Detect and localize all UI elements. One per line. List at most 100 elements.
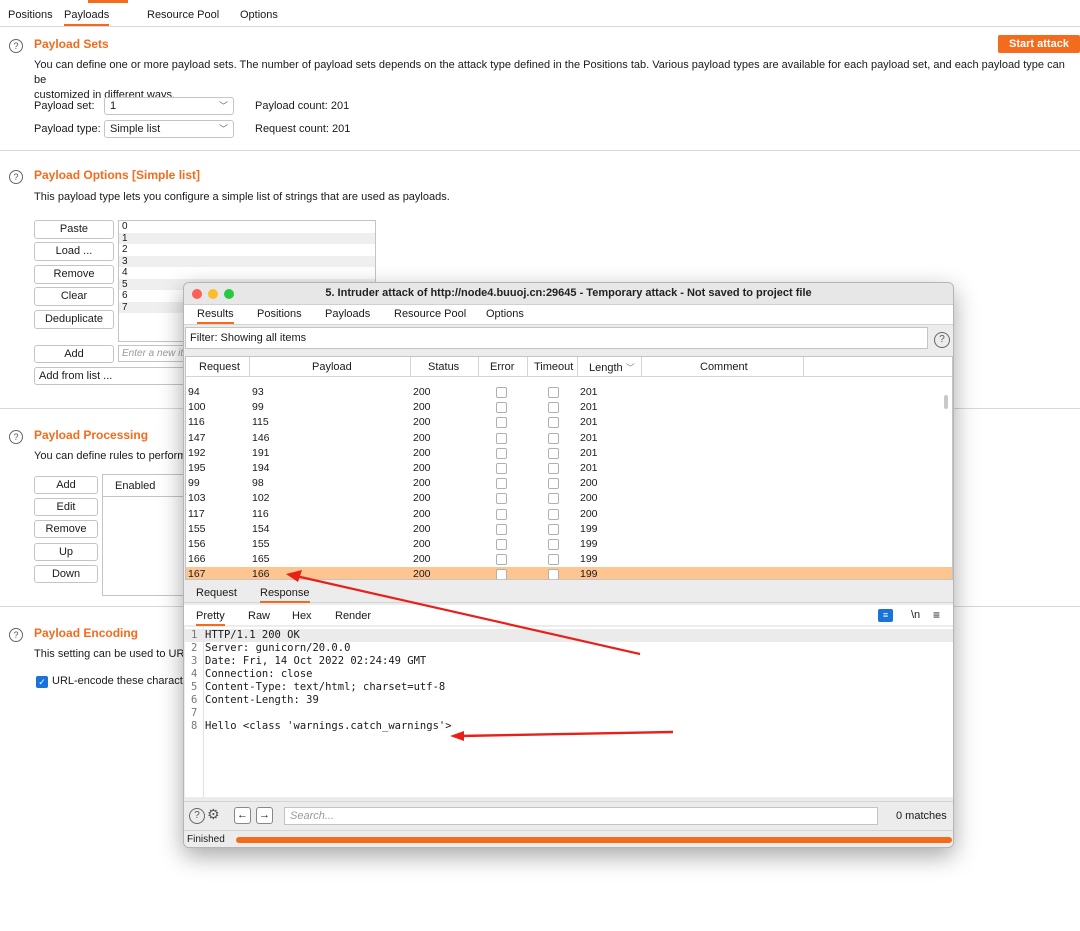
help-icon[interactable]: ? (934, 332, 950, 348)
paste-button[interactable]: Paste (34, 220, 114, 239)
url-encode-checkbox[interactable]: ✓ (36, 676, 48, 688)
error-checkbox[interactable] (496, 447, 507, 459)
clear-button[interactable]: Clear (34, 287, 114, 306)
timeout-checkbox[interactable] (548, 432, 559, 444)
timeout-checkbox[interactable] (548, 569, 559, 579)
scrollbar[interactable] (944, 395, 948, 409)
timeout-checkbox[interactable] (548, 493, 559, 505)
tab-resource-pool[interactable]: Resource Pool (394, 308, 466, 320)
add-button[interactable]: Add (34, 345, 114, 363)
error-checkbox[interactable] (496, 402, 507, 414)
menu-icon[interactable]: ≡ (933, 608, 940, 622)
error-checkbox[interactable] (496, 554, 507, 566)
table-row[interactable]: 94 93 200 201 (186, 385, 952, 400)
remove-rule-button[interactable]: Remove (34, 520, 98, 538)
timeout-checkbox[interactable] (548, 554, 559, 566)
help-icon[interactable]: ? (9, 628, 23, 642)
error-checkbox[interactable] (496, 463, 507, 474)
column-status[interactable]: Status (428, 361, 459, 373)
tab-positions[interactable]: Positions (8, 9, 53, 21)
search-input[interactable]: Search... (284, 807, 878, 825)
tab-payloads[interactable]: Payloads (64, 9, 110, 26)
error-checkbox[interactable] (496, 387, 507, 398)
enabled-column-header[interactable]: Enabled (103, 475, 191, 497)
timeout-checkbox[interactable] (548, 523, 559, 535)
results-table[interactable]: Request Payload Status Error Timeout Len… (185, 356, 953, 580)
load-button[interactable]: Load ... (34, 242, 114, 261)
list-item[interactable]: 3 (119, 255, 375, 267)
deduplicate-button[interactable]: Deduplicate (34, 310, 114, 329)
response-editor[interactable]: 1 HTTP/1.1 200 OK 2 Server: gunicorn/20.0.0… (185, 627, 953, 797)
list-item[interactable]: 2 (119, 244, 375, 256)
down-button[interactable]: Down (34, 565, 98, 583)
table-row[interactable]: 195 194 200 201 (186, 461, 952, 476)
add-from-list-select[interactable]: Add from list ... (34, 367, 194, 385)
timeout-checkbox[interactable] (548, 539, 559, 550)
tab-request[interactable]: Request (196, 587, 237, 599)
column-length[interactable]: Length ﹀ (589, 361, 635, 374)
payload-set-select[interactable]: 1 ﹀ (104, 97, 234, 115)
table-row[interactable]: 147 146 200 201 (186, 431, 952, 446)
start-attack-button[interactable]: Start attack (998, 35, 1080, 53)
error-checkbox[interactable] (496, 493, 507, 505)
list-item[interactable]: 1 (119, 232, 375, 244)
timeout-checkbox[interactable] (548, 447, 559, 459)
tab-options[interactable]: Options (486, 308, 524, 320)
tab-response[interactable]: Response (260, 587, 310, 603)
word-wrap-icon[interactable]: ≡ (878, 609, 893, 622)
table-row[interactable]: 103 102 200 200 (186, 491, 952, 506)
tab-pretty[interactable]: Pretty (196, 610, 225, 626)
timeout-checkbox[interactable] (548, 508, 559, 520)
tab-raw[interactable]: Raw (248, 610, 270, 622)
error-checkbox[interactable] (496, 478, 507, 490)
add-rule-button[interactable]: Add (34, 476, 98, 494)
up-button[interactable]: Up (34, 543, 98, 561)
help-icon[interactable]: ? (9, 39, 23, 53)
timeout-checkbox[interactable] (548, 402, 559, 414)
filter-bar[interactable]: Filter: Showing all items (185, 327, 928, 349)
help-icon[interactable]: ? (189, 808, 205, 824)
column-error[interactable]: Error (490, 361, 514, 373)
next-arrow-icon[interactable]: → (256, 807, 273, 824)
column-timeout[interactable]: Timeout (534, 361, 573, 373)
list-item[interactable]: 4 (119, 267, 375, 279)
help-icon[interactable]: ? (9, 170, 23, 184)
table-row[interactable]: 192 191 200 201 (186, 446, 952, 461)
tab-options[interactable]: Options (240, 9, 278, 21)
tab-payloads[interactable]: Payloads (325, 308, 370, 320)
table-row[interactable]: 116 115 200 201 (186, 415, 952, 430)
table-row[interactable]: 167 166 200 199 (186, 567, 952, 579)
list-item[interactable]: 0 (119, 221, 375, 233)
table-row[interactable]: 166 165 200 199 (186, 552, 952, 567)
timeout-checkbox[interactable] (548, 463, 559, 474)
table-row[interactable]: 156 155 200 199 (186, 537, 952, 552)
tab-hex[interactable]: Hex (292, 610, 312, 622)
help-icon[interactable]: ? (9, 430, 23, 444)
newline-toggle[interactable]: \n (911, 609, 920, 621)
table-row[interactable]: 100 99 200 201 (186, 400, 952, 415)
remove-button[interactable]: Remove (34, 265, 114, 284)
error-checkbox[interactable] (496, 523, 507, 535)
timeout-checkbox[interactable] (548, 417, 559, 429)
timeout-checkbox[interactable] (548, 387, 559, 398)
edit-rule-button[interactable]: Edit (34, 498, 98, 516)
payload-type-select[interactable]: Simple list ﹀ (104, 120, 234, 138)
error-checkbox[interactable] (496, 508, 507, 520)
table-row[interactable]: 117 116 200 200 (186, 507, 952, 522)
table-row[interactable]: 155 154 200 199 (186, 522, 952, 537)
tab-positions[interactable]: Positions (257, 308, 302, 320)
table-row[interactable]: 99 98 200 200 (186, 476, 952, 491)
processing-rules-table[interactable]: Enabled (102, 474, 192, 596)
tab-resource-pool[interactable]: Resource Pool (147, 9, 219, 21)
error-checkbox[interactable] (496, 432, 507, 444)
error-checkbox[interactable] (496, 569, 507, 579)
settings-gear-icon[interactable]: ⚙ (207, 806, 220, 823)
error-checkbox[interactable] (496, 417, 507, 429)
timeout-checkbox[interactable] (548, 478, 559, 490)
column-comment[interactable]: Comment (700, 361, 748, 373)
previous-arrow-icon[interactable]: ← (234, 807, 251, 824)
column-payload[interactable]: Payload (312, 361, 352, 373)
tab-results[interactable]: Results (197, 308, 234, 324)
column-request[interactable]: Request (199, 361, 240, 373)
tab-render[interactable]: Render (335, 610, 371, 622)
